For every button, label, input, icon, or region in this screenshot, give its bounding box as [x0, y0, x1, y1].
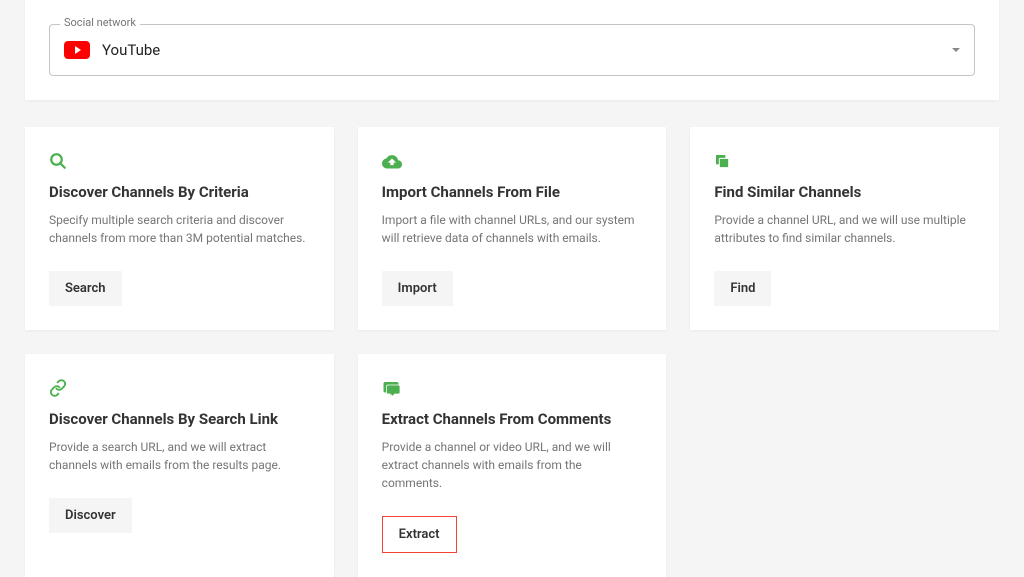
card-title: Import Channels From File: [382, 183, 643, 201]
card-desc: Specify multiple search criteria and dis…: [49, 211, 310, 247]
card-similar-channels: Find Similar Channels Provide a channel …: [690, 127, 999, 330]
select-legend: Social network: [60, 16, 140, 29]
card-desc: Provide a channel or video URL, and we w…: [382, 438, 643, 492]
search-icon: [49, 151, 310, 171]
social-network-panel: Social network YouTube: [25, 0, 999, 100]
card-desc: Import a file with channel URLs, and our…: [382, 211, 643, 247]
card-desc: Provide a channel URL, and we will use m…: [714, 211, 975, 247]
youtube-icon: [64, 41, 90, 59]
card-discover-criteria: Discover Channels By Criteria Specify mu…: [25, 127, 334, 330]
link-icon: [49, 378, 310, 398]
import-button[interactable]: Import: [382, 271, 453, 306]
chevron-down-icon: [952, 48, 960, 52]
card-title: Discover Channels By Search Link: [49, 410, 310, 428]
card-extract-comments: Extract Channels From Comments Provide a…: [358, 354, 667, 577]
search-button[interactable]: Search: [49, 271, 122, 306]
card-title: Discover Channels By Criteria: [49, 183, 310, 201]
social-network-select[interactable]: Social network YouTube: [49, 24, 975, 76]
cloud-upload-icon: [382, 151, 643, 171]
discover-button[interactable]: Discover: [49, 498, 132, 533]
comments-icon: [382, 378, 643, 398]
card-title: Find Similar Channels: [714, 183, 975, 201]
copy-icon: [714, 151, 975, 171]
card-discover-link: Discover Channels By Search Link Provide…: [25, 354, 334, 577]
card-title: Extract Channels From Comments: [382, 410, 643, 428]
cards-grid: Discover Channels By Criteria Specify mu…: [0, 127, 1024, 577]
card-desc: Provide a search URL, and we will extrac…: [49, 438, 310, 474]
select-value: YouTube: [102, 41, 952, 59]
card-import-file: Import Channels From File Import a file …: [358, 127, 667, 330]
extract-button[interactable]: Extract: [382, 516, 457, 553]
find-button[interactable]: Find: [714, 271, 771, 306]
